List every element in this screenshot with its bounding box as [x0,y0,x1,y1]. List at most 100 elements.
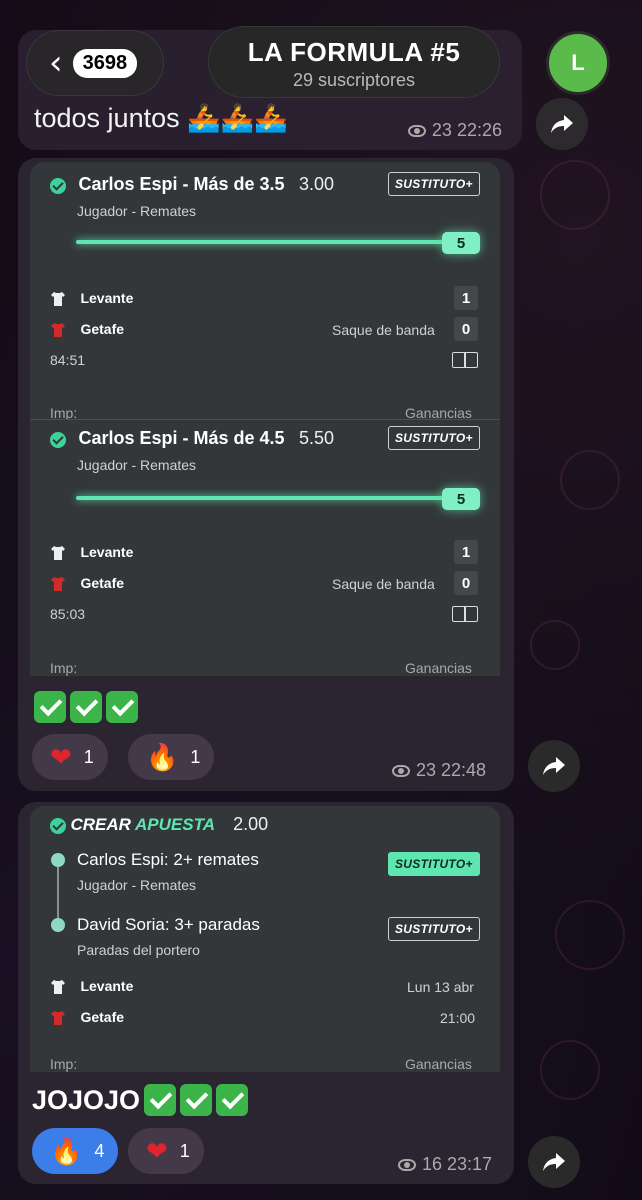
stake-label: Imp: [50,405,78,419]
reaction-heart[interactable]: ❤ 1 [32,734,108,780]
background-doodle [555,900,625,970]
message-text: todos juntos 🚣🚣🚣 [34,103,288,133]
winnings-label: Ganancias [405,660,472,676]
fire-icon: 🔥 [146,742,179,772]
away-team: Getafe [80,575,125,591]
crear-label-2: APUESTA [135,815,215,834]
winnings-label: Ganancias [405,1056,472,1072]
away-team-row: Getafe [50,1009,124,1027]
leg-check-icon [51,918,65,932]
home-team-row: Levante [50,290,133,308]
channel-header[interactable]: LA FORMULA #5 29 suscriptores [208,26,500,98]
match-date: Lun 13 abr [407,979,474,995]
views-time: 23 22:48 [416,760,487,780]
leg-connector [57,862,59,924]
message-meta: 23 22:48 [392,760,486,781]
check-emojis [34,691,138,723]
check-mark-emoji [144,1084,177,1116]
sustituto-badge: SUSTITUTO+ [388,917,480,941]
reaction-count: 1 [190,746,201,767]
eye-icon [392,764,410,777]
leg-market: Jugador - Remates [77,877,197,893]
progress-bar [76,496,446,500]
match-clock: 84:51 [50,352,86,368]
channel-title: LA FORMULA #5 [247,37,461,67]
stake-label: Imp: [50,1056,78,1072]
pick-title: Carlos Espi - Más de 3.5 [78,174,285,194]
home-score: 1 [454,286,478,310]
progress-value: 5 [442,232,480,254]
background-doodle [540,160,610,230]
share-icon [543,757,565,775]
home-team: Levante [80,978,134,994]
leg-pick: Carlos Espi: 2+ remates [77,850,259,869]
reaction-fire[interactable]: 🔥 1 [128,734,215,780]
message-bubble: CREAR APUESTA 2.00 Carlos Espi: 2+ remat… [18,802,514,1184]
message-bubble: Carlos Espi - Más de 3.5 3.00 SUSTITUTO+… [18,158,514,791]
reaction-count: 1 [179,1140,190,1161]
match-event: Saque de banda [332,322,435,338]
winnings-label: Ganancias [405,405,472,419]
check-icon [50,817,66,834]
check-icon [50,177,66,194]
match-time: 21:00 [440,1010,476,1026]
home-team-row: Levante [50,978,133,996]
reaction-heart[interactable]: ❤ 1 [128,1128,204,1174]
fire-icon: 🔥 [50,1136,83,1166]
share-button[interactable] [536,98,588,150]
jersey-icon [51,1010,65,1025]
message-meta: 16 23:17 [398,1154,492,1175]
back-button[interactable]: ‹ 3698 [26,30,164,96]
reaction-count: 4 [94,1140,105,1161]
jersey-icon [51,545,65,560]
progress-value: 5 [442,488,480,510]
market-label: Jugador - Remates [77,203,197,219]
away-team: Getafe [80,321,125,337]
match-clock: 85:03 [50,606,86,622]
background-doodle [560,450,620,510]
crear-label: CREAR APUESTA [70,815,219,834]
market-label: Jugador - Remates [77,457,197,473]
eye-icon [407,124,426,137]
background-doodle [530,620,580,670]
reaction-fire[interactable]: 🔥 4 [32,1128,119,1174]
crear-label-1: CREAR [70,815,131,834]
leg-pick: David Soria: 3+ paradas [77,915,260,934]
views-time: 23 22:26 [431,120,502,140]
share-icon [551,115,573,133]
bet-card[interactable]: Carlos Espi - Más de 4.5 5.50 SUSTITUTO+… [30,420,500,676]
avatar[interactable]: L [546,31,610,95]
sustituto-badge: SUSTITUTO+ [388,426,480,450]
chevron-left-icon: ‹ [49,43,63,83]
pick-title: Carlos Espi - Más de 4.5 [78,428,285,448]
views-time: 16 23:17 [422,1154,493,1174]
check-mark-emoji [70,691,102,723]
jersey-icon [51,576,65,591]
share-button[interactable] [528,1136,580,1188]
pitch-icon [452,606,478,622]
match-event: Saque de banda [332,576,435,592]
bet-builder-card[interactable]: CREAR APUESTA 2.00 Carlos Espi: 2+ remat… [30,806,500,1072]
share-icon [543,1153,565,1171]
check-mark-emoji [180,1084,213,1116]
subscriber-count: 29 suscriptores [292,70,416,90]
bet-card[interactable]: Carlos Espi - Más de 3.5 3.00 SUSTITUTO+… [30,162,500,419]
pick-row: Carlos Espi - Más de 3.5 3.00 [50,174,334,195]
away-team-row: Getafe [50,575,124,593]
stake-label: Imp: [50,660,78,676]
jersey-icon [51,979,65,994]
share-button[interactable] [528,740,580,792]
sustituto-badge: SUSTITUTO+ [388,172,480,196]
crear-apuesta-row: CREAR APUESTA 2.00 [50,814,268,835]
pitch-icon [452,352,478,368]
pick-odds: 3.00 [298,174,335,194]
leg-check-icon [51,853,65,867]
eye-icon [398,1158,416,1171]
reaction-count: 1 [83,746,94,767]
away-score: 0 [454,571,478,595]
heart-icon: ❤ [146,1136,168,1166]
home-team: Levante [80,544,134,560]
progress-bar [76,240,446,244]
pick-row: Carlos Espi - Más de 4.5 5.50 [50,428,334,449]
away-score: 0 [454,317,478,341]
